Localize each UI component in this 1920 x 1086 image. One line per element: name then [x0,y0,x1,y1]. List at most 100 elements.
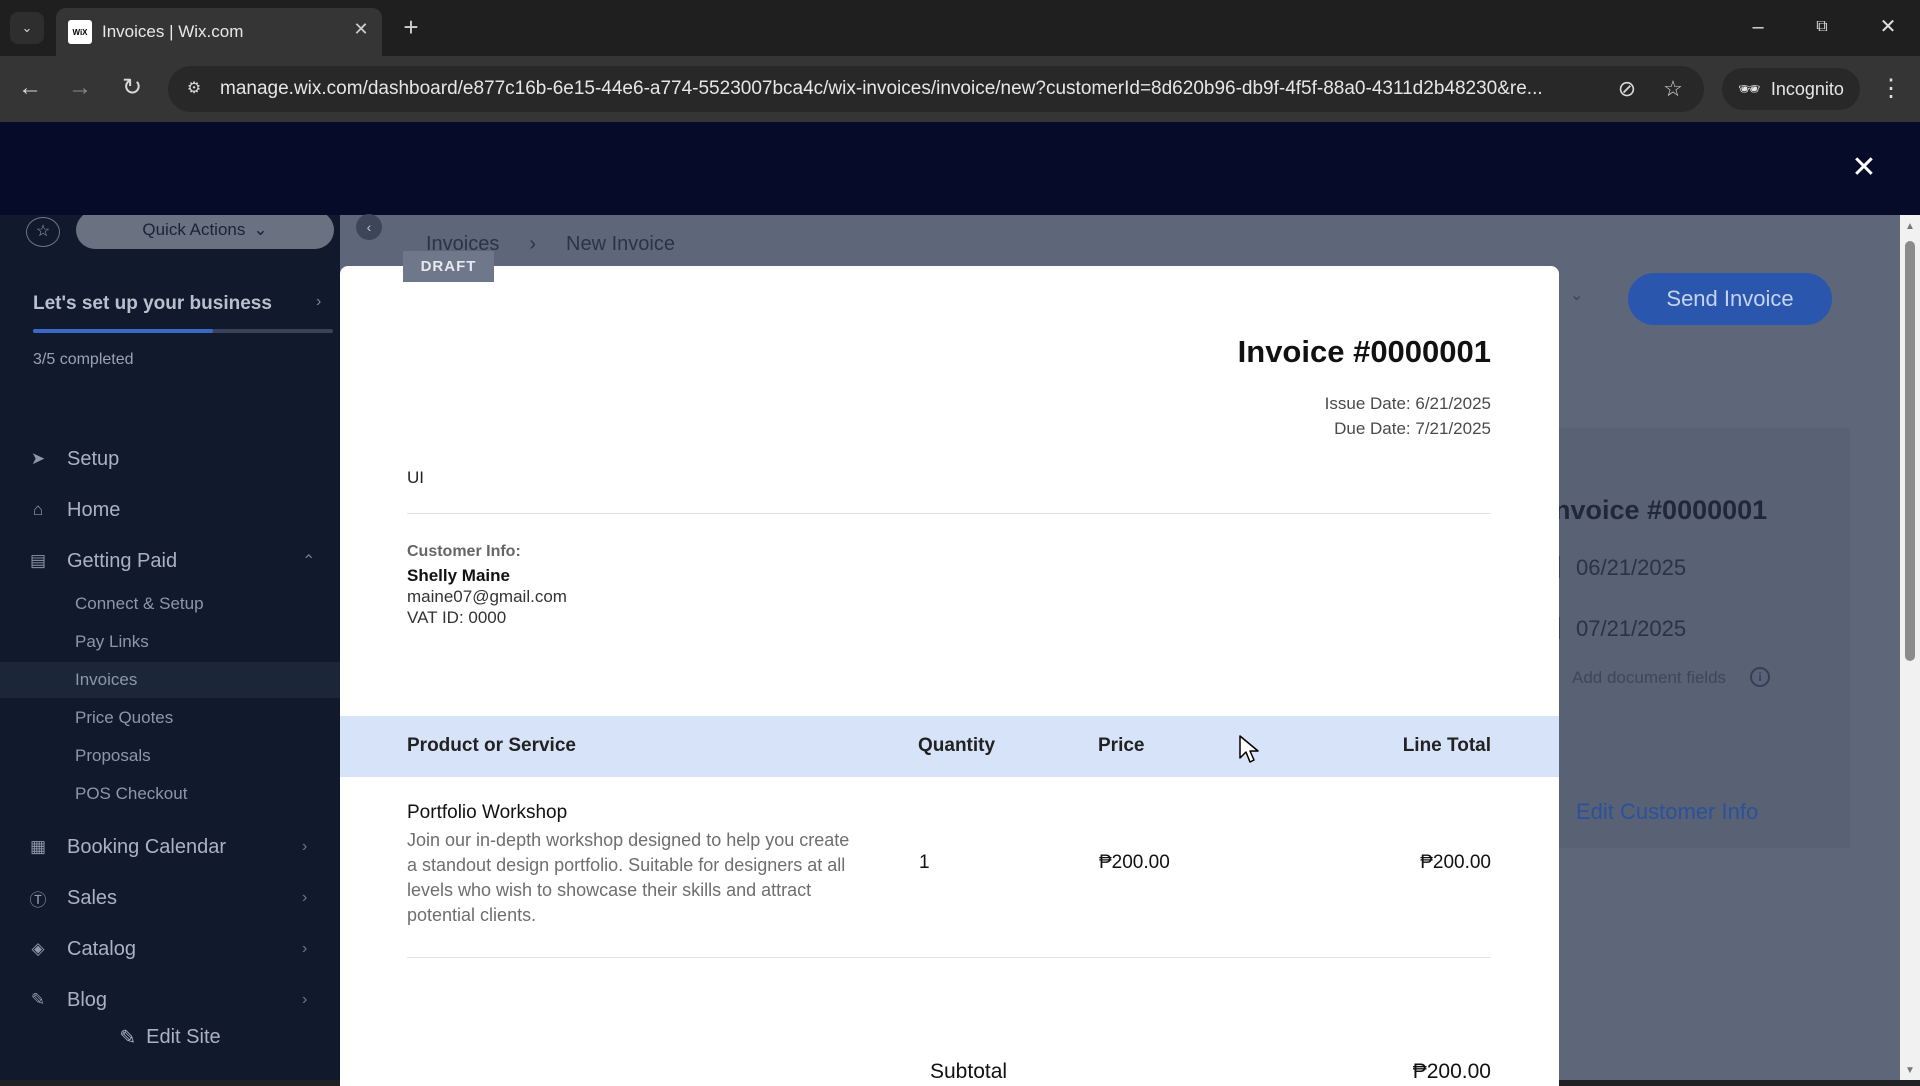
sidebar-subitem-invoices[interactable]: Invoices [0,662,340,698]
chevron-right-icon: › [302,889,308,906]
product-description: Join our in-depth workshop designed to h… [407,830,850,925]
sidebar-item-getting-paid[interactable]: ▤ Getting Paid ⌃ [0,539,340,583]
bookmark-star-icon[interactable]: ☆ [1660,76,1686,102]
setup-progress-bar [33,329,333,333]
setup-progress-fill [33,329,213,333]
sidebar-item-label: Booking Calendar [67,835,226,858]
setup-title[interactable]: Let's set up your business [33,293,272,315]
quick-actions-button[interactable]: Quick Actions ⌄ [76,215,334,249]
divider [407,513,1491,514]
edit-site-label: Edit Site [146,1025,221,1048]
sidebar-item-label: Blog [67,988,108,1011]
mouse-cursor-icon [1239,735,1259,763]
url-text[interactable]: manage.wix.com/dashboard/e877c16b-6e15-4… [220,78,1600,100]
sidebar-item-label: Setup [67,447,120,470]
edit-customer-info-link[interactable]: Edit Customer Info [1576,799,1758,825]
column-header: Quantity [918,735,996,756]
sidebar-item-catalog[interactable]: ◈ Catalog › [0,927,340,971]
sidebar-item-setup[interactable]: ➤ Setup [0,437,340,481]
invoice-number: Invoice #0000001 [1237,334,1491,369]
new-tab-icon[interactable]: + [396,12,426,42]
panel-invoice-title: nvoice #0000001 [1554,495,1768,525]
sidebar-subitem-label: POS Checkout [75,784,188,803]
tag-icon: ◈ [31,939,45,958]
setup-progress-text: 3/5 completed [33,351,134,368]
line-total-cell: ₱200.00 [1420,852,1491,873]
sidebar-subitem-label: Proposals [75,746,151,765]
info-icon[interactable]: i [1750,667,1770,687]
column-header: Product or Service [407,735,576,756]
collapse-sidebar-icon[interactable]: ‹ [356,214,382,240]
due-date-field[interactable]: 07/21/2025 [1576,616,1686,642]
subtotal-label: Subtotal [930,1060,1008,1083]
back-icon[interactable]: ← [12,70,48,106]
sidebar-subitem-pay-links[interactable]: Pay Links [0,624,340,660]
window-close-icon[interactable]: ✕ [1866,10,1910,44]
page-scrollbar[interactable]: ▲ ▼ [1900,215,1920,1080]
sidebar-subitem-pos-checkout[interactable]: POS Checkout [0,776,340,812]
sidebar-subitem-proposals[interactable]: Proposals [0,738,340,774]
rocket-icon: ➤ [30,449,46,468]
tab-close-icon[interactable]: ✕ [350,18,372,40]
chevron-right-icon[interactable]: › [316,293,321,311]
incognito-icon: 🕶 [1738,78,1761,99]
scrollbar-thumb[interactable] [1905,241,1915,661]
chevron-down-icon[interactable]: ⌄ [1570,285,1583,305]
sidebar-subitem-label: Pay Links [75,632,149,651]
browser-toolbar: ← → ↻ ⚙ manage.wix.com/dashboard/e877c16… [0,56,1920,122]
browser-tab-bar: ⌄ WiX Invoices | Wix.com ✕ + – ⧉ ✕ [0,0,1920,56]
send-invoice-button[interactable]: Send Invoice [1628,273,1832,325]
product-name: Portfolio Workshop [407,802,568,823]
sidebar-subitem-label: Invoices [75,670,138,689]
modal-close-icon[interactable]: ✕ [1848,152,1880,184]
chevron-down-icon: ⌄ [253,220,268,239]
address-bar[interactable]: ⚙ manage.wix.com/dashboard/e877c16b-6e15… [168,66,1704,112]
customer-vat: VAT ID: 0000 [407,608,507,627]
minimize-icon[interactable]: – [1736,10,1780,44]
sidebar-subitem-price-quotes[interactable]: Price Quotes [0,700,340,736]
incognito-badge[interactable]: 🕶 Incognito [1722,68,1860,110]
calendar-icon: ▦ [29,837,47,856]
customer-name: Shelly Maine [407,566,510,585]
sidebar-subitem-connect-setup[interactable]: Connect & Setup [0,586,340,622]
browser-menu-icon[interactable]: ⋮ [1876,72,1906,106]
quick-actions-label: Quick Actions [142,220,246,239]
customer-email: maine07@gmail.com [407,587,567,606]
sidebar-item-sales[interactable]: Ⓣ Sales › [0,876,340,920]
chevron-right-icon: › [302,838,308,855]
chevron-right-icon: › [529,233,537,255]
reload-icon[interactable]: ↻ [114,70,150,106]
dollar-icon: Ⓣ [29,890,47,910]
edit-site-button[interactable]: ✎ Edit Site [0,1015,340,1059]
pen-icon: ✎ [30,990,46,1009]
issue-date-field[interactable]: 06/21/2025 [1576,555,1686,581]
chevron-up-icon: ⌃ [302,553,316,570]
tab-search-button[interactable]: ⌄ [10,12,44,44]
due-date: Due Date: 7/21/2025 [1334,419,1491,438]
business-name: UI [407,468,424,487]
pencil-icon: ✎ [119,1026,137,1049]
scroll-down-icon[interactable]: ▼ [1905,1065,1915,1076]
site-info-icon[interactable]: ⚙ [182,77,206,101]
sidebar-item-label: Catalog [67,937,136,960]
sidebar-item-label: Sales [67,886,118,909]
breadcrumb-current: New Invoice [566,233,675,255]
eye-off-icon[interactable]: ⊘ [1614,76,1640,102]
restore-icon[interactable]: ⧉ [1800,10,1844,44]
sidebar-item-home[interactable]: ⌂ Home [0,488,340,532]
chevron-right-icon: › [302,991,308,1008]
scroll-up-icon[interactable]: ▲ [1905,221,1915,232]
add-document-fields-link[interactable]: Add document fields [1572,668,1726,688]
chevron-right-icon: › [302,940,308,957]
subtotal-value: ₱200.00 [1412,1060,1491,1083]
column-header: Line Total [1402,735,1491,756]
column-header: Price [1098,735,1145,756]
sidebar-item-label: Home [67,498,121,521]
sidebar-item-booking-calendar[interactable]: ▦ Booking Calendar › [0,825,340,869]
browser-tab[interactable]: WiX Invoices | Wix.com ✕ [56,8,382,56]
incognito-label: Incognito [1770,78,1844,99]
sidebar-subitem-label: Connect & Setup [75,594,204,613]
forward-icon[interactable]: → [62,70,98,106]
home-icon: ⌂ [32,500,44,519]
star-icon[interactable]: ☆ [26,217,60,247]
